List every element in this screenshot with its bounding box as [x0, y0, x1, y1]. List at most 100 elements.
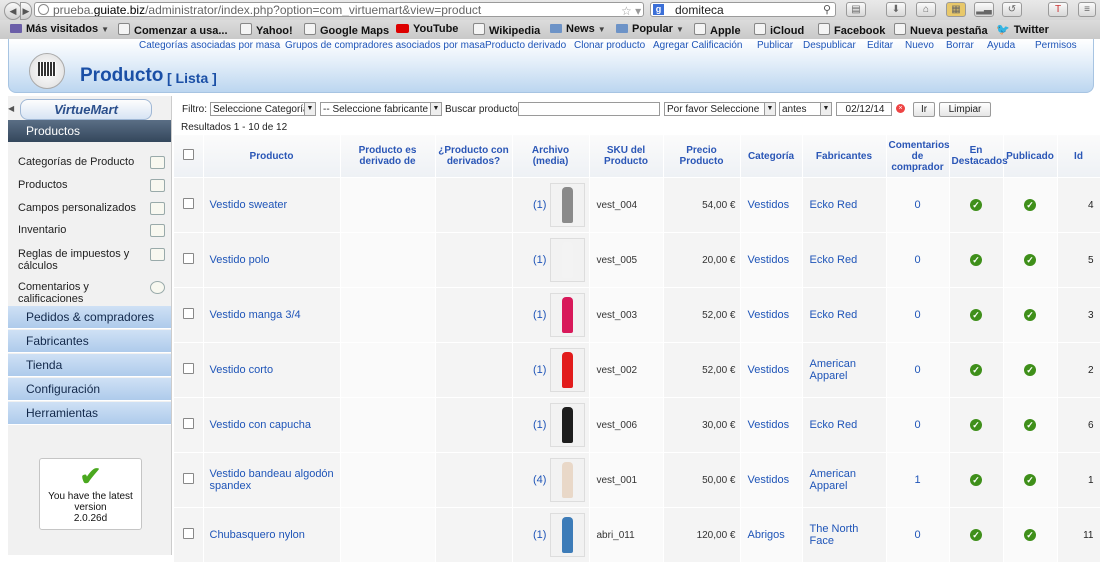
product-name-link[interactable]: Vestido con capucha	[210, 419, 312, 431]
featured-check-icon[interactable]: ✓	[970, 254, 982, 266]
featured-check-icon[interactable]: ✓	[970, 474, 982, 486]
bookmark-icloud[interactable]: iCloud	[754, 23, 804, 37]
media-count-link[interactable]: (1)	[533, 529, 546, 541]
category-link[interactable]: Vestidos	[748, 199, 790, 211]
product-search-input[interactable]	[518, 102, 660, 116]
extension-icon[interactable]: ▦	[946, 2, 966, 17]
featured-check-icon[interactable]: ✓	[970, 364, 982, 376]
reviews-link[interactable]: 0	[914, 309, 920, 321]
manufacturer-select[interactable]: -- Seleccione fabricante --▼	[320, 102, 442, 116]
published-check-icon[interactable]: ✓	[1024, 364, 1036, 376]
media-count-link[interactable]: (1)	[533, 199, 546, 211]
url-field[interactable]: prueba.guiate.biz/administrator/index.ph…	[34, 2, 644, 17]
select-all-checkbox[interactable]	[183, 149, 194, 160]
published-check-icon[interactable]: ✓	[1024, 254, 1036, 266]
sidebar-item-comentarios[interactable]: Comentarios y calificaciones	[18, 281, 153, 305]
download-icon[interactable]: ⬇	[886, 2, 906, 17]
manufacturer-link[interactable]: Ecko Red	[810, 254, 858, 266]
column-header[interactable]: Publicado	[1003, 135, 1057, 178]
published-check-icon[interactable]: ✓	[1024, 474, 1036, 486]
sidebar-section-pedidos[interactable]: Pedidos & compradores	[8, 306, 171, 329]
column-header[interactable]: SKU del Producto	[589, 135, 663, 178]
product-thumbnail[interactable]	[550, 458, 585, 502]
reviews-link[interactable]: 1	[914, 474, 920, 486]
category-link[interactable]: Abrigos	[748, 529, 785, 541]
product-name-link[interactable]: Vestido sweater	[210, 199, 288, 211]
collapse-arrow-icon[interactable]: ◀	[8, 104, 14, 113]
google-icon[interactable]: g	[653, 4, 664, 15]
product-thumbnail[interactable]	[550, 293, 585, 337]
product-name-link[interactable]: Vestido polo	[210, 254, 270, 266]
reviews-link[interactable]: 0	[914, 364, 920, 376]
sidebar-item-inventario[interactable]: Inventario	[18, 224, 143, 236]
sidebar-item-categorias[interactable]: Categorías de Producto	[18, 156, 143, 168]
clear-button[interactable]: Limpiar	[939, 102, 991, 117]
toolbar-link[interactable]: Despublicar	[803, 40, 856, 51]
row-checkbox[interactable]	[183, 198, 194, 209]
share-icon[interactable]: ↺	[1002, 2, 1022, 17]
product-name-link[interactable]: Chubasquero nylon	[210, 529, 305, 541]
clear-date-icon[interactable]: ×	[896, 104, 905, 113]
sidebar-section-productos[interactable]: Productos	[8, 120, 171, 142]
media-count-link[interactable]: (4)	[533, 474, 546, 486]
featured-check-icon[interactable]: ✓	[970, 309, 982, 321]
toolbar-link[interactable]: Categorías asociadas por masa	[139, 40, 280, 51]
category-link[interactable]: Vestidos	[748, 474, 790, 486]
sidebar-section-herramientas[interactable]: Herramientas	[8, 402, 171, 425]
date-field[interactable]: 02/12/14	[836, 102, 892, 116]
toolbar-link[interactable]: Agregar Calificación	[653, 40, 743, 51]
sidebar-section-fabricantes[interactable]: Fabricantes	[8, 330, 171, 353]
sidebar-section-tienda[interactable]: Tienda	[8, 354, 171, 377]
star-icon[interactable]: ☆ ▾	[621, 4, 641, 17]
menu-icon[interactable]: ≡	[1078, 2, 1096, 17]
category-link[interactable]: Vestidos	[748, 364, 790, 376]
toolbar-link[interactable]: Borrar	[946, 40, 974, 51]
bookmark-twitter[interactable]: 🐦Twitter	[996, 23, 1049, 36]
sidebar-item-reglas[interactable]: Reglas de impuestos y cálculos	[18, 248, 143, 272]
column-header[interactable]: Id	[1057, 135, 1100, 178]
bookmark-menu-icon[interactable]: ▤	[846, 2, 866, 17]
reviews-link[interactable]: 0	[914, 419, 920, 431]
row-checkbox[interactable]	[183, 528, 194, 539]
product-name-link[interactable]: Vestido bandeau algodón spandex	[210, 468, 334, 492]
date-operator-select[interactable]: antes▼	[779, 102, 832, 116]
published-check-icon[interactable]: ✓	[1024, 199, 1036, 211]
toolbar-link[interactable]: Producto derivado	[485, 40, 566, 51]
category-link[interactable]: Vestidos	[748, 309, 790, 321]
toolbar-link[interactable]: Editar	[867, 40, 893, 51]
product-thumbnail[interactable]	[550, 403, 585, 447]
go-button[interactable]: Ir	[913, 102, 935, 117]
sidebar-section-configuracion[interactable]: Configuración	[8, 378, 171, 401]
column-header[interactable]: Fabricantes	[802, 135, 886, 178]
bookmark-mas-visitados[interactable]: Más visitados▼	[10, 23, 109, 35]
sidebar-item-productos[interactable]: Productos	[18, 179, 143, 191]
bookmark-google-maps[interactable]: Google Maps	[304, 23, 389, 37]
bookmark-youtube[interactable]: YouTube	[396, 23, 458, 35]
column-header[interactable]: Producto es derivado de	[340, 135, 435, 178]
browser-search-input[interactable]: g domiteca ⚲	[650, 2, 836, 17]
manufacturer-link[interactable]: The North Face	[810, 523, 859, 547]
bookmark-comenzar[interactable]: Comenzar a usa...	[118, 23, 228, 37]
media-count-link[interactable]: (1)	[533, 309, 546, 321]
signal-icon[interactable]: ▂▃	[974, 2, 994, 17]
toolbar-link[interactable]: Nuevo	[905, 40, 934, 51]
bookmark-nueva-pestana[interactable]: Nueva pestaña	[894, 23, 988, 37]
product-thumbnail[interactable]	[550, 183, 585, 227]
column-header[interactable]: En Destacados	[949, 135, 1003, 178]
published-check-icon[interactable]: ✓	[1024, 309, 1036, 321]
product-name-link[interactable]: Vestido corto	[210, 364, 274, 376]
manufacturer-link[interactable]: Ecko Red	[810, 199, 858, 211]
column-header[interactable]: ¿Producto con derivados?	[435, 135, 512, 178]
product-name-link[interactable]: Vestido manga 3/4	[210, 309, 301, 321]
column-header[interactable]: Comentarios de comprador	[886, 135, 949, 178]
column-header[interactable]: Archivo (media)	[512, 135, 589, 178]
toolbar-link[interactable]: Ayuda	[987, 40, 1015, 51]
column-header[interactable]: Categoría	[740, 135, 802, 178]
bookmark-popular[interactable]: Popular▼	[616, 23, 684, 35]
featured-check-icon[interactable]: ✓	[970, 529, 982, 541]
product-thumbnail[interactable]	[550, 348, 585, 392]
published-check-icon[interactable]: ✓	[1024, 529, 1036, 541]
product-thumbnail[interactable]	[550, 513, 585, 557]
row-checkbox[interactable]	[183, 473, 194, 484]
manufacturer-link[interactable]: American Apparel	[810, 358, 856, 382]
